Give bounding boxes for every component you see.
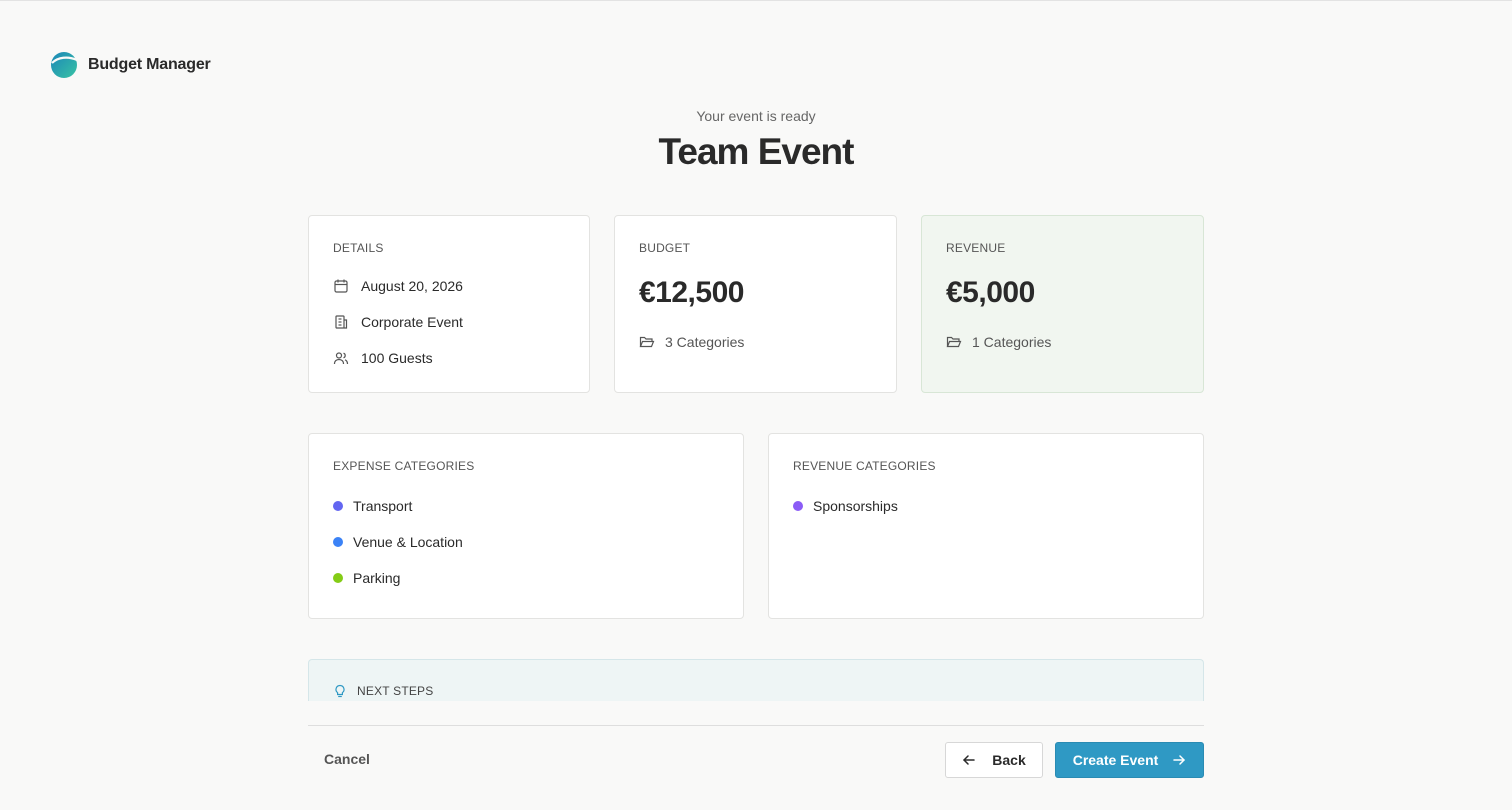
building-icon [335,315,348,329]
arrow-left-icon [962,753,976,767]
next-steps-header: NEXT STEPS [333,684,433,698]
revenue-label: REVENUE [946,241,1006,255]
revenue-amount: €5,000 [946,276,1035,309]
folder-open-icon [946,336,962,348]
detail-type: Corporate Event [333,314,463,330]
revenue-categories: 1 Categories [946,334,1051,350]
cancel-button[interactable]: Cancel [324,751,370,767]
detail-type-text: Corporate Event [361,314,463,330]
expense-categories-card: EXPENSE CATEGORIES Transport Venue & Loc… [308,433,744,619]
calendar-icon [334,279,348,293]
footer-divider [308,725,1204,726]
budget-card: BUDGET €12,500 3 Categories [614,215,897,393]
revenue-categories-label: REVENUE CATEGORIES [793,459,936,473]
folder-open-icon [639,336,655,348]
budget-label: BUDGET [639,241,691,255]
category-name: Transport [353,498,413,514]
brand-name: Budget Manager [88,56,211,73]
category-color-dot [333,537,343,547]
detail-guests-text: 100 Guests [361,350,433,366]
budget-categories: 3 Categories [639,334,744,350]
category-item: Sponsorships [793,498,898,514]
category-item: Parking [333,570,400,586]
next-steps-label: NEXT STEPS [357,684,434,698]
create-event-button[interactable]: Create Event [1055,742,1204,778]
details-label: DETAILS [333,241,384,255]
revenue-categories-card: REVENUE CATEGORIES Sponsorships [768,433,1204,619]
users-icon [333,352,349,365]
category-color-dot [793,501,803,511]
category-name: Venue & Location [353,534,463,550]
revenue-categories-text: 1 Categories [972,334,1052,350]
budget-manager-logo [51,52,78,78]
detail-date: August 20, 2026 [333,278,463,294]
budget-amount: €12,500 [639,276,744,309]
category-name: Sponsorships [813,498,898,514]
category-color-dot [333,573,343,583]
expense-categories-label: EXPENSE CATEGORIES [333,459,475,473]
category-name: Parking [353,570,401,586]
lightbulb-icon [335,684,345,698]
page-subtitle: Your event is ready [696,108,816,124]
next-steps-panel: NEXT STEPS [308,659,1204,701]
detail-date-text: August 20, 2026 [361,278,463,294]
detail-guests: 100 Guests [333,350,433,366]
arrow-right-icon [1172,753,1186,767]
create-event-button-label: Create Event [1072,752,1159,768]
page-title: Team Event [658,131,855,172]
category-item: Transport [333,498,412,514]
revenue-card: REVENUE €5,000 1 Categories [921,215,1204,393]
category-color-dot [333,501,343,511]
details-card: DETAILS August 20, 2026 Corporate Event … [308,215,590,393]
back-button[interactable]: Back [945,742,1043,778]
category-item: Venue & Location [333,534,463,550]
budget-categories-text: 3 Categories [665,334,745,350]
back-button-label: Back [992,752,1026,768]
brand[interactable]: Budget Manager [50,51,211,79]
